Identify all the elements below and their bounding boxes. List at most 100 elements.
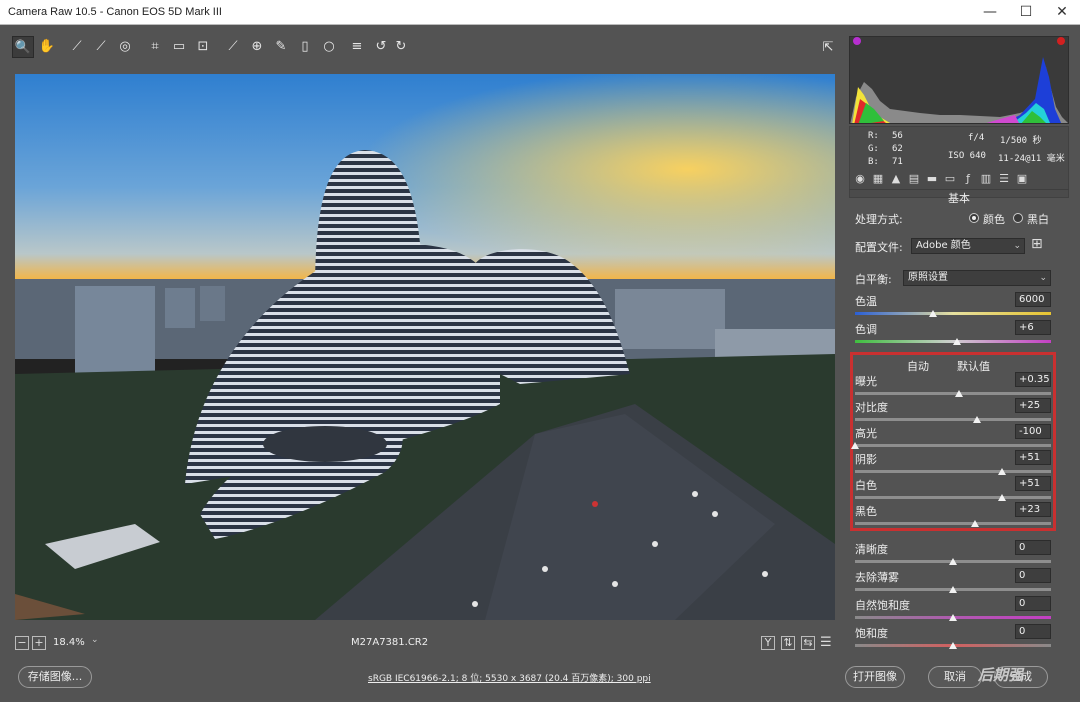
tone-curve-tab-icon[interactable]: ▦ bbox=[871, 172, 885, 186]
treatment-bw-radio[interactable] bbox=[1013, 213, 1023, 223]
view-settings-icon[interactable]: ☰ bbox=[820, 635, 832, 650]
slider-value-field[interactable]: +23 bbox=[1015, 502, 1051, 517]
slider-value-field[interactable]: +0.35 bbox=[1015, 372, 1051, 387]
slider-track[interactable] bbox=[855, 522, 1051, 525]
r-value: 56 bbox=[892, 131, 903, 141]
calibration-tab-icon[interactable]: ▥ bbox=[979, 172, 993, 186]
transform-tool-icon[interactable]: ⊡ bbox=[192, 36, 214, 58]
color-sampler-tool-icon[interactable]: ⟋ bbox=[90, 36, 112, 58]
g-value: 62 bbox=[892, 144, 903, 154]
treatment-bw-label: 黑白 bbox=[1027, 213, 1049, 226]
slider-value-field[interactable]: 0 bbox=[1015, 596, 1051, 611]
slider-value-field[interactable]: 0 bbox=[1015, 624, 1051, 639]
rotate-left-icon[interactable]: ↺ bbox=[370, 36, 392, 58]
rotate-right-icon[interactable]: ↻ bbox=[390, 36, 412, 58]
target-adjustment-tool-icon[interactable]: ◎ bbox=[114, 36, 136, 58]
save-image-button[interactable]: 存储图像... bbox=[18, 666, 92, 688]
shadow-clipping-icon[interactable] bbox=[853, 37, 861, 45]
profile-select[interactable]: Adobe 颜色 ⌄ bbox=[911, 238, 1025, 254]
section-title: 基本 bbox=[948, 192, 970, 205]
slider-thumb[interactable] bbox=[949, 614, 957, 621]
white-balance-value: 原照设置 bbox=[908, 272, 948, 283]
slider-track[interactable] bbox=[855, 418, 1051, 421]
slider-thumb[interactable] bbox=[952, 338, 961, 345]
slider-track[interactable] bbox=[855, 496, 1051, 499]
zoom-dropdown-icon[interactable]: ⌄ bbox=[91, 635, 99, 645]
focal-length: 11-24@11 毫米 bbox=[998, 154, 1065, 164]
bottom-bar: 存储图像... sRGB IEC61966-2.1; 8 位; 5530 x 3… bbox=[0, 660, 1080, 702]
adjustment-brush-tool-icon[interactable]: ✎ bbox=[270, 36, 292, 58]
b-value: 71 bbox=[892, 157, 903, 167]
hsl-tab-icon[interactable]: ▤ bbox=[907, 172, 921, 186]
slider-thumb[interactable] bbox=[929, 310, 938, 317]
spot-removal-tool-icon[interactable]: ⟋ bbox=[222, 36, 244, 58]
open-image-button[interactable]: 打开图像 bbox=[845, 666, 905, 688]
white-balance-select[interactable]: 原照设置 ⌄ bbox=[903, 270, 1051, 286]
basic-tab-icon[interactable]: ◉ bbox=[853, 172, 867, 186]
copy-settings-icon[interactable]: ⇆ bbox=[801, 636, 815, 650]
minimize-button[interactable]: — bbox=[972, 0, 1008, 25]
zoom-tool-icon[interactable]: 🔍 bbox=[12, 36, 34, 58]
tool-strip: 🔍 ✋ ⟋ ⟋ ◎ ⌗ ▭ ⊡ ⟋ ⊕ ✎ ▯ ○ ≡ ↺ ↻ bbox=[12, 34, 442, 60]
slider-value-field[interactable]: +6 bbox=[1015, 320, 1051, 335]
split-toning-tab-icon[interactable]: ▬ bbox=[925, 172, 939, 186]
slider-track[interactable] bbox=[855, 470, 1051, 473]
slider-thumb[interactable] bbox=[998, 494, 1006, 501]
treatment-color-radio[interactable] bbox=[969, 213, 979, 223]
red-eye-tool-icon[interactable]: ⊕ bbox=[246, 36, 268, 58]
slider-thumb[interactable] bbox=[972, 416, 981, 423]
default-button[interactable]: 默认值 bbox=[957, 358, 990, 374]
slider-thumb[interactable] bbox=[998, 468, 1006, 475]
slider-thumb[interactable] bbox=[851, 442, 859, 449]
slider-value-field[interactable]: +25 bbox=[1015, 398, 1051, 413]
slider-value-field[interactable]: +51 bbox=[1015, 476, 1051, 491]
slider-thumb[interactable] bbox=[970, 520, 979, 527]
slider-label: 饱和度 bbox=[855, 627, 888, 640]
preview-status-bar: − + 18.4% ⌄ M27A7381.CR2 Y ⇅ ⇆ ☰ bbox=[15, 635, 835, 653]
detail-tab-icon[interactable]: ▲ bbox=[889, 172, 903, 186]
slider-value-field[interactable]: 0 bbox=[1015, 540, 1051, 555]
slider-value-field[interactable]: 0 bbox=[1015, 568, 1051, 583]
radial-filter-tool-icon[interactable]: ○ bbox=[318, 36, 340, 58]
close-button[interactable]: ✕ bbox=[1044, 0, 1080, 25]
lens-tab-icon[interactable]: ▭ bbox=[943, 172, 957, 186]
slider-label: 白色 bbox=[855, 479, 877, 492]
slider-thumb[interactable] bbox=[949, 558, 957, 565]
graduated-filter-tool-icon[interactable]: ▯ bbox=[294, 36, 316, 58]
workflow-options-link[interactable]: sRGB IEC61966-2.1; 8 位; 5530 x 3687 (20.… bbox=[368, 671, 651, 684]
profile-browser-icon[interactable]: ⊞ bbox=[1031, 236, 1043, 252]
zoom-in-button[interactable]: + bbox=[32, 636, 46, 650]
maximize-button[interactable]: ☐ bbox=[1008, 0, 1044, 25]
slider-track[interactable] bbox=[855, 444, 1051, 447]
effects-tab-icon[interactable]: ƒ bbox=[961, 172, 975, 186]
image-preview[interactable] bbox=[15, 74, 835, 620]
compare-view-icon[interactable]: Y bbox=[761, 636, 775, 650]
slider-track[interactable] bbox=[855, 312, 1051, 315]
preferences-icon[interactable]: ≡ bbox=[346, 36, 368, 58]
auto-button[interactable]: 自动 bbox=[907, 358, 929, 374]
snapshots-tab-icon[interactable]: ▣ bbox=[1015, 172, 1029, 186]
presets-tab-icon[interactable]: ☰ bbox=[997, 172, 1011, 186]
straighten-tool-icon[interactable]: ▭ bbox=[168, 36, 190, 58]
cancel-button[interactable]: 取消 bbox=[928, 666, 982, 688]
hand-tool-icon[interactable]: ✋ bbox=[36, 36, 58, 58]
slider-value-field[interactable]: +51 bbox=[1015, 450, 1051, 465]
fullscreen-icon[interactable]: ⇱ bbox=[817, 37, 839, 59]
slider-thumb[interactable] bbox=[954, 390, 963, 397]
slider-thumb[interactable] bbox=[949, 586, 957, 593]
slider-label: 阴影 bbox=[855, 453, 877, 466]
slider-label: 去除薄雾 bbox=[855, 571, 899, 584]
slider-track[interactable] bbox=[855, 392, 1051, 395]
zoom-out-button[interactable]: − bbox=[15, 636, 29, 650]
white-balance-tool-icon[interactable]: ⟋ bbox=[66, 36, 88, 58]
white-balance-label: 白平衡: bbox=[855, 273, 892, 286]
slider-thumb[interactable] bbox=[949, 642, 957, 649]
title-bar: Camera Raw 10.5 - Canon EOS 5D Mark III … bbox=[0, 0, 1080, 25]
slider-label: 黑色 bbox=[855, 505, 877, 518]
swap-settings-icon[interactable]: ⇅ bbox=[781, 636, 795, 650]
crop-tool-icon[interactable]: ⌗ bbox=[144, 36, 166, 58]
slider-value-field[interactable]: 6000 bbox=[1015, 292, 1051, 307]
slider-value-field[interactable]: -100 bbox=[1015, 424, 1051, 439]
zoom-level[interactable]: 18.4% bbox=[53, 637, 85, 648]
highlight-clipping-icon[interactable] bbox=[1057, 37, 1065, 45]
